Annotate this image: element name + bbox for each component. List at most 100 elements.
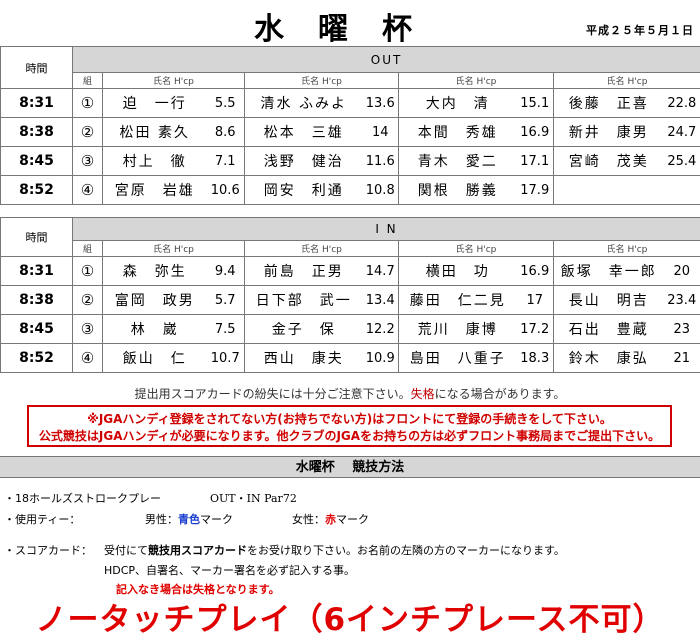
player-name: 長山 明吉 [553, 285, 664, 315]
table-row: 8:31 ① 迫 一行 5.5 清水 ふみよ 13.6 大内 清 15.1 後藤… [0, 88, 700, 118]
player-hcp: 10.9 [362, 343, 399, 373]
group-header: 組 [72, 240, 103, 257]
player-hcp: 16.9 [516, 256, 554, 286]
men-label: 男性： [145, 513, 178, 526]
player-name: 新井 康男 [553, 117, 664, 147]
player-name: 大内 清 [398, 88, 517, 118]
card-line1-c: をお受け取り下さい。お名前の左隣の方のマーカーになります。 [247, 544, 565, 557]
player-name: 鈴木 康弘 [553, 343, 664, 373]
player-name: 金子 保 [244, 314, 363, 344]
in-pairings-table: 時間 I N 組 氏名 H'cp 氏名 H'cp 氏名 H'cp 氏名 H'cp… [0, 217, 700, 373]
player-hcp [663, 175, 700, 205]
tee-time: 8:52 [0, 343, 73, 373]
player-name: 荒川 康博 [398, 314, 517, 344]
player-hcp: 12.2 [362, 314, 399, 344]
warning-line-2: 公式競技はJGAハンディが必要になります。他クラブのJGAをお持ちの方は必ずフロ… [38, 429, 661, 443]
notice-text-red: 失格 [410, 387, 435, 401]
player-name: 松田 素久 [102, 117, 207, 147]
player-hcp: 18.3 [516, 343, 554, 373]
table-row: 8:38 ② 松田 素久 8.6 松本 三雄 14 本間 秀雄 16.9 新井 … [0, 117, 700, 147]
player-name: 本間 秀雄 [398, 117, 517, 147]
player-name: 林 崴 [102, 314, 207, 344]
player-name: 松本 三雄 [244, 117, 363, 147]
no-touch-banner: ノータッチプレイ（6インチプレース不可） [35, 602, 665, 638]
out-pairings-table: 時間 OUT 組 氏名 H'cp 氏名 H'cp 氏名 H'cp 氏名 H'cp… [0, 46, 700, 205]
player-hcp: 17 [516, 285, 554, 315]
format-value: OUT・IN Par72 [210, 492, 297, 505]
player-hcp: 16.9 [516, 117, 554, 147]
scorecard-label: ・スコアカード： [4, 544, 92, 557]
col-header: 氏名 H'cp [553, 240, 700, 257]
group-number: ④ [72, 175, 103, 205]
method-title: 水曜杯 競技方法 [0, 456, 700, 478]
player-hcp: 24.7 [663, 117, 700, 147]
player-name: 村上 徹 [102, 146, 207, 176]
col-header: 氏名 H'cp [244, 240, 399, 257]
player-hcp: 10.6 [206, 175, 245, 205]
scorecard-line-1: 受付にて競技用スコアカードをお受け取り下さい。お名前の左隣の方のマーカーになりま… [104, 542, 565, 558]
player-hcp: 5.7 [206, 285, 245, 315]
event-date: 平成２５年５月１日 [586, 24, 694, 37]
col-header: 氏名 H'cp [102, 72, 245, 89]
player-hcp: 13.6 [362, 88, 399, 118]
player-hcp: 13.4 [362, 285, 399, 315]
group-number: ② [72, 117, 103, 147]
men-suffix: マーク [200, 513, 233, 526]
time-header: 時間 [0, 217, 73, 257]
col-header: 氏名 H'cp [244, 72, 399, 89]
group-number: ④ [72, 343, 103, 373]
scorecard-line-2: HDCP、自署名、マーカー署名を必ず記入する事。 [104, 564, 356, 577]
in-label: I N [72, 217, 700, 241]
player-hcp: 23.4 [663, 285, 700, 315]
group-header: 組 [72, 72, 103, 89]
women-suffix: マーク [336, 513, 369, 526]
player-hcp: 5.5 [206, 88, 245, 118]
player-name: 西山 康夫 [244, 343, 363, 373]
player-name: 青木 愛二 [398, 146, 517, 176]
format-label: ・18ホールズストロークプレー [4, 492, 161, 505]
player-hcp: 17.1 [516, 146, 554, 176]
table-row: 8:31 ① 森 弥生 9.4 前島 正男 14.7 横田 功 16.9 飯塚 … [0, 256, 700, 286]
player-hcp: 20 [663, 256, 700, 286]
notice-text-after: になる場合があります。 [434, 387, 566, 401]
tee-women: 女性：赤マーク [292, 511, 369, 527]
player-hcp: 22.8 [663, 88, 700, 118]
men-color: 青色 [178, 513, 200, 526]
player-name [553, 175, 664, 205]
group-number: ① [72, 256, 103, 286]
player-name: 前島 正男 [244, 256, 363, 286]
player-name: 藤田 仁二見 [398, 285, 517, 315]
player-name: 飯山 仁 [102, 343, 207, 373]
player-name: 横田 功 [398, 256, 517, 286]
tee-time: 8:45 [0, 314, 73, 344]
player-hcp: 8.6 [206, 117, 245, 147]
player-hcp: 17.2 [516, 314, 554, 344]
tee-men: 男性：青色マーク [145, 511, 233, 527]
player-name: 飯塚 幸一郎 [553, 256, 664, 286]
warning-line-1: ※JGAハンディ登録をされてない方(お持ちでない方)はフロントにて登録の手続きを… [87, 412, 612, 426]
tee-time: 8:31 [0, 256, 73, 286]
player-hcp: 10.7 [206, 343, 245, 373]
table-row: 8:38 ② 富岡 政男 5.7 日下部 武一 13.4 藤田 仁二見 17 長… [0, 285, 700, 315]
group-number: ③ [72, 314, 103, 344]
col-header: 氏名 H'cp [552, 72, 700, 89]
card-line1-b: 競技用スコアカード [148, 544, 247, 557]
group-number: ③ [72, 146, 103, 176]
player-name: 富岡 政男 [102, 285, 207, 315]
table-row: 8:52 ④ 宮原 岩雄 10.6 岡安 利通 10.8 関根 勝義 17.9 [0, 175, 700, 205]
player-name: 石出 豊蔵 [553, 314, 664, 344]
player-hcp: 21 [663, 343, 700, 373]
player-name: 宮崎 茂美 [553, 146, 664, 176]
col-header: 氏名 H'cp [102, 240, 245, 257]
player-hcp: 14.7 [362, 256, 399, 286]
table-row: 8:52 ④ 飯山 仁 10.7 西山 康夫 10.9 島田 八重子 18.3 … [0, 343, 700, 373]
col-header: 氏名 H'cp [398, 72, 554, 89]
player-hcp: 7.5 [206, 314, 245, 344]
player-hcp: 7.1 [206, 146, 245, 176]
group-number: ① [72, 88, 103, 118]
player-name: 宮原 岩雄 [102, 175, 207, 205]
scorecard-notice: 提出用スコアカードの紛失には十分ご注意下さい。失格になる場合があります。 [0, 385, 700, 402]
player-name: 島田 八重子 [398, 343, 517, 373]
women-label: 女性： [292, 513, 325, 526]
player-hcp: 10.8 [362, 175, 399, 205]
